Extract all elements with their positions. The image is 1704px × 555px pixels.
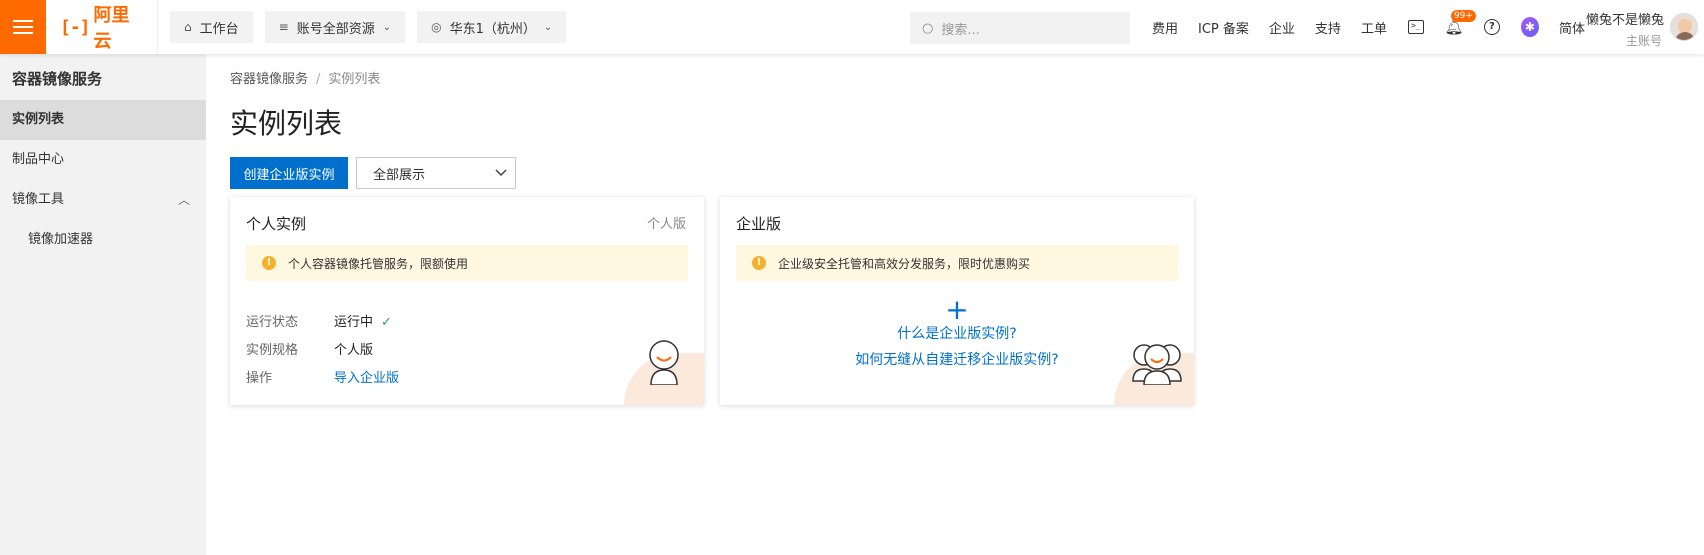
- add-enterprise-instance-button[interactable]: +: [720, 296, 1194, 324]
- stack-icon: ≡: [278, 20, 289, 34]
- nav-icp[interactable]: ICP 备案: [1198, 18, 1249, 37]
- search-placeholder: 搜索...: [941, 22, 980, 38]
- hamburger-icon: [13, 20, 33, 34]
- user-name: 懒兔不是懒兔: [1586, 13, 1665, 28]
- resource-scope-dropdown[interactable]: ≡ 账号全部资源 ⌄: [264, 11, 406, 43]
- chevron-down-icon: ⌄: [543, 21, 553, 33]
- terminal-button[interactable]: >_: [1407, 18, 1425, 36]
- sidebar-item-label: 实例列表: [12, 112, 65, 127]
- workbench-button[interactable]: ⌂ 工作台: [170, 11, 253, 43]
- sidebar-item-label: 镜像加速器: [28, 232, 94, 247]
- check-icon: ✓: [381, 315, 392, 330]
- status-value: 运行中: [334, 315, 374, 330]
- user-role: 主账号: [1625, 34, 1662, 48]
- search-input[interactable]: ○ 搜索...: [910, 12, 1130, 44]
- search-icon: ○: [922, 20, 934, 36]
- breadcrumb: 容器镜像服务 / 实例列表: [230, 68, 380, 87]
- page-title: 实例列表: [230, 107, 343, 140]
- spec-key: 实例规格: [246, 343, 299, 358]
- sidebar-title: 容器镜像服务: [12, 70, 103, 88]
- nav-ticket[interactable]: 工单: [1361, 18, 1387, 37]
- breadcrumb-separator: /: [316, 72, 321, 87]
- filter-select-value: 全部展示: [373, 167, 426, 183]
- help-button[interactable]: ?: [1483, 18, 1501, 36]
- avatar-face: [1678, 19, 1692, 33]
- logo-name: 阿里云: [93, 5, 130, 52]
- spec-value: 个人版: [334, 343, 374, 358]
- nav-fees[interactable]: 费用: [1152, 18, 1178, 37]
- language-switch[interactable]: 简体: [1559, 18, 1585, 37]
- resource-scope-label: 账号全部资源: [296, 21, 375, 37]
- region-dropdown[interactable]: ◎ 华东1（杭州） ⌄: [417, 11, 567, 43]
- top-nav: 费用 ICP 备案 企业 支持 工单 >_ 🔔︎ 99+ ? ✱ 简体: [1152, 0, 1605, 54]
- import-enterprise-link[interactable]: 导入企业版: [334, 371, 399, 386]
- sidebar-item-label: 制品中心: [12, 152, 65, 167]
- status-key: 运行状态: [246, 315, 299, 330]
- sidebar-item-image-accelerator[interactable]: 镜像加速器: [0, 220, 206, 260]
- sidebar-item-instances[interactable]: 实例列表: [0, 100, 206, 140]
- sidebar: 容器镜像服务 实例列表 制品中心 镜像工具 ︿ 镜像加速器: [0, 54, 206, 555]
- spec-row: 实例规格 个人版: [246, 339, 373, 358]
- ai-assistant-button[interactable]: ✱: [1520, 17, 1539, 37]
- create-enterprise-instance-button[interactable]: 创建企业版实例: [230, 157, 348, 189]
- enterprise-instance-card: 企业版 ! 企业级安全托管和高效分发服务，限时优惠购买 + 什么是企业版实例? …: [720, 197, 1194, 405]
- card-tag: 个人版: [646, 217, 686, 232]
- notice-text: 企业级安全托管和高效分发服务，限时优惠购买: [778, 256, 1031, 271]
- home-icon: ⌂: [184, 20, 192, 34]
- sidebar-item-artifacts[interactable]: 制品中心: [0, 140, 206, 180]
- sidebar-item-image-tools[interactable]: 镜像工具 ︿: [0, 180, 206, 220]
- what-is-enterprise-link[interactable]: 什么是企业版实例?: [720, 323, 1194, 343]
- region-label: 华东1（杭州）: [449, 21, 536, 37]
- sidebar-item-label: 镜像工具: [12, 192, 65, 207]
- notice-text: 个人容器镜像托管服务，限额使用: [288, 256, 469, 271]
- migrate-enterprise-link[interactable]: 如何无缝从自建迁移企业版实例?: [720, 349, 1194, 369]
- nav-enterprise[interactable]: 企业: [1269, 18, 1295, 37]
- breadcrumb-current: 实例列表: [328, 72, 381, 87]
- location-icon: ◎: [431, 20, 442, 34]
- action-key: 操作: [246, 371, 273, 386]
- status-row: 运行状态 运行中 ✓: [246, 311, 392, 330]
- warning-icon: !: [262, 256, 276, 270]
- chevron-up-icon: ︿: [177, 193, 190, 207]
- aliyun-logo[interactable]: [-] 阿里云: [46, 0, 158, 54]
- personal-instance-card: 个人实例 个人版 ! 个人容器镜像托管服务，限额使用 运行状态 运行中 ✓ 实例规格…: [230, 197, 704, 405]
- menu-button[interactable]: [0, 0, 46, 54]
- breadcrumb-link[interactable]: 容器镜像服务: [230, 72, 308, 87]
- card-title: 个人实例: [246, 215, 307, 233]
- card-title: 企业版: [736, 215, 782, 233]
- workbench-label: 工作台: [199, 21, 239, 37]
- chevron-down-icon: [495, 169, 507, 177]
- terminal-icon: >_: [1407, 20, 1424, 34]
- main-content: 容器镜像服务 / 实例列表 实例列表 创建企业版实例 全部展示 个人实例 个人版 !…: [206, 54, 1704, 555]
- avatar[interactable]: [1670, 13, 1698, 41]
- notification-badge: 99+: [1450, 10, 1476, 22]
- chevron-down-icon: ⌄: [382, 21, 392, 33]
- ai-assistant-icon: ✱: [1520, 17, 1539, 37]
- nav-support[interactable]: 支持: [1315, 18, 1341, 37]
- notification-button[interactable]: 🔔︎ 99+: [1444, 10, 1476, 36]
- notice-banner: ! 企业级安全托管和高效分发服务，限时优惠购买: [736, 245, 1178, 281]
- avatar-body: [1675, 32, 1695, 40]
- help-icon: ?: [1483, 19, 1500, 35]
- person-icon: [649, 340, 679, 385]
- logo-mark: [-]: [60, 16, 90, 38]
- warning-icon: !: [752, 256, 766, 270]
- user-info[interactable]: 懒兔不是懒兔 主账号: [1586, 9, 1665, 49]
- filter-select[interactable]: 全部展示: [356, 157, 516, 189]
- notice-banner: ! 个人容器镜像托管服务，限额使用: [246, 245, 688, 281]
- action-row: 操作 导入企业版: [246, 367, 399, 386]
- group-icon: [1132, 344, 1182, 385]
